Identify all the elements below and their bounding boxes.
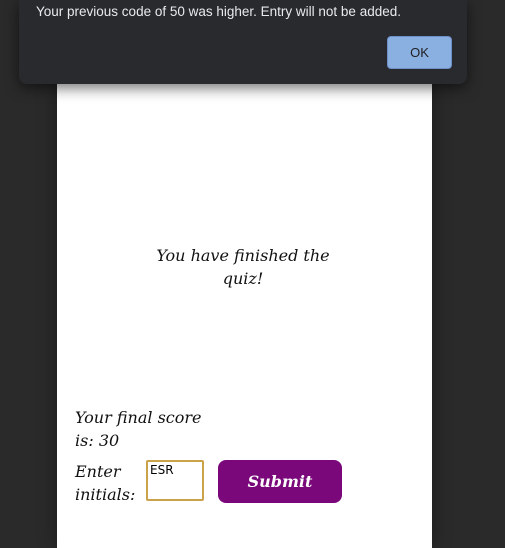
ok-button[interactable]: OK — [387, 36, 452, 69]
finished-message: You have finished the quiz! — [156, 246, 330, 288]
browser-viewport: You have finished the quiz! Your final s… — [0, 0, 505, 548]
final-score-label: Your final score is: — [75, 408, 202, 450]
alert-dialog: Your previous code of 50 was higher. Ent… — [19, 0, 467, 84]
final-score: Your final score is: 30 — [75, 406, 215, 452]
final-score-value: 30 — [98, 431, 120, 450]
alert-message: Your previous code of 50 was higher. Ent… — [36, 4, 401, 19]
initials-label: Enter initials: — [75, 462, 136, 504]
submit-button[interactable]: Submit — [218, 460, 342, 503]
initials-input[interactable]: ESR — [146, 460, 204, 501]
